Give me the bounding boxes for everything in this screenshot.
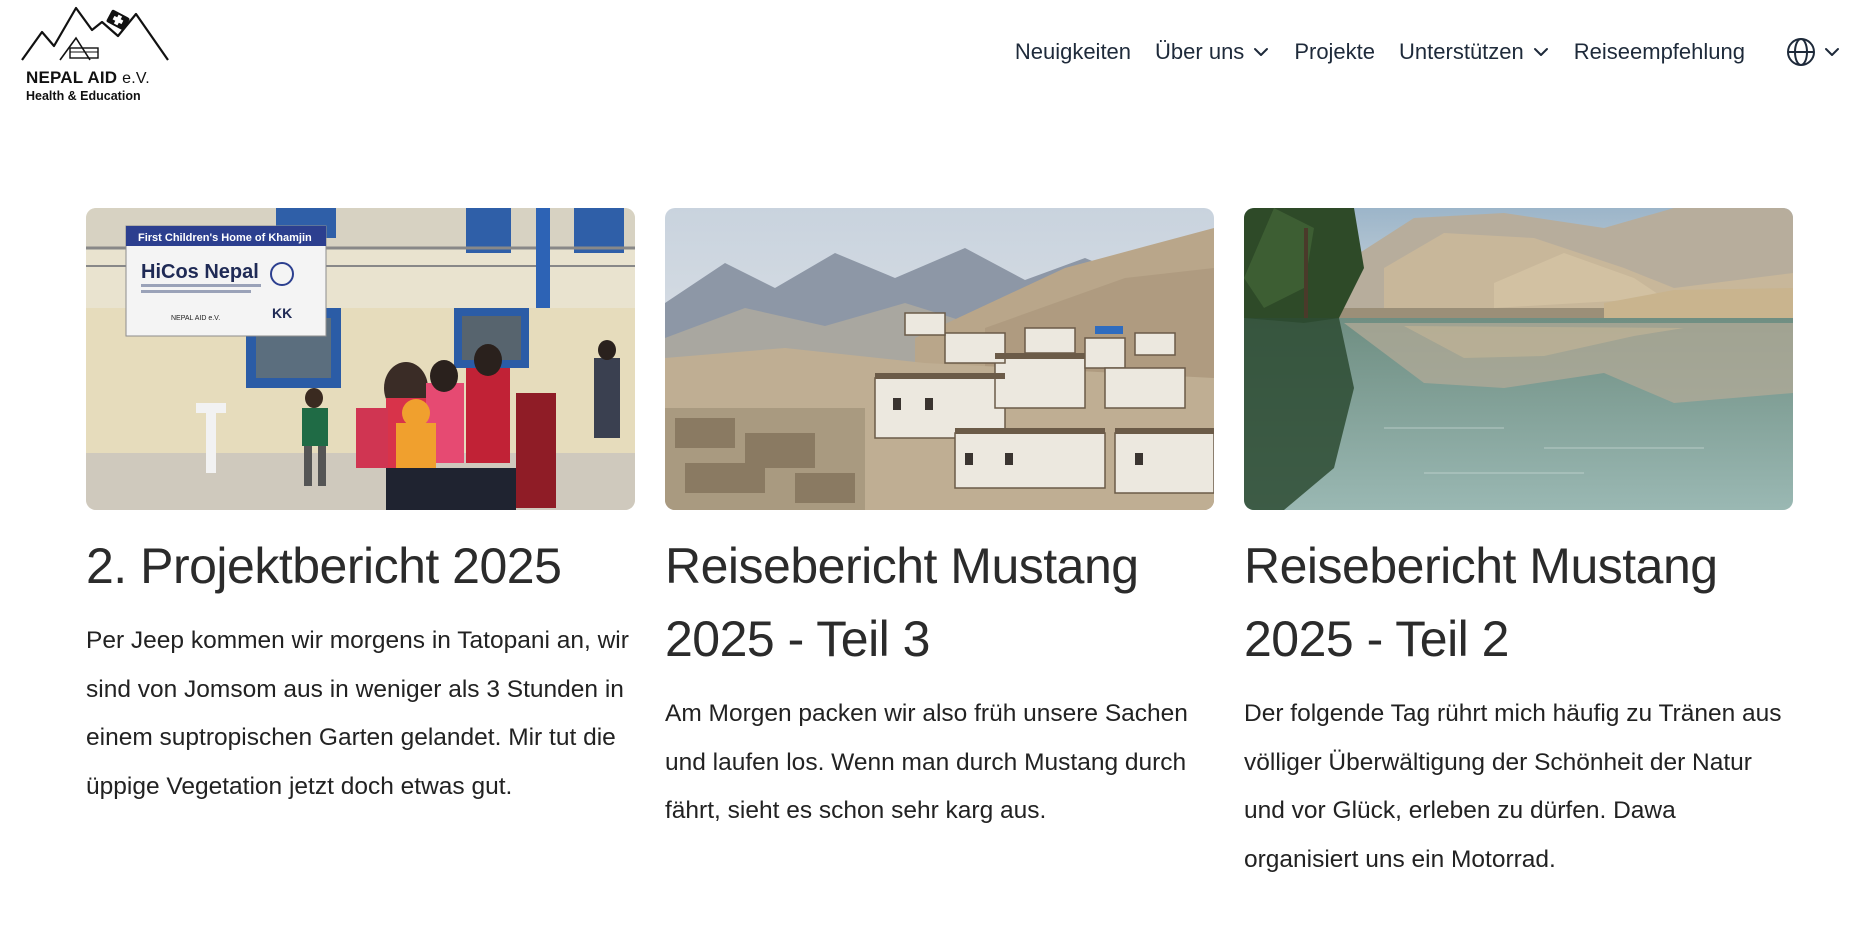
language-switcher[interactable] bbox=[1785, 36, 1841, 68]
post-excerpt: Per Jeep kommen wir morgens in Tatopani … bbox=[86, 627, 629, 800]
post-image-children-home[interactable]: First Children's Home of Khamjin HiCos N… bbox=[86, 208, 635, 510]
banner-text: NEPAL AID e.V. bbox=[171, 315, 220, 322]
post-excerpt: Der folgende Tag rührt mich häufig zu Tr… bbox=[1244, 700, 1782, 873]
nav-item-reiseempfehlung[interactable]: Reiseempfehlung bbox=[1574, 39, 1745, 65]
banner-text: HiCos Nepal bbox=[141, 261, 259, 283]
banner-text: KK bbox=[272, 305, 292, 321]
post-title[interactable]: Reisebericht Mustang 2025 - Teil 2 bbox=[1244, 530, 1793, 676]
brand-suffix: e.V. bbox=[122, 70, 150, 87]
nav-item-projekte[interactable]: Projekte bbox=[1294, 39, 1375, 65]
post-image-mustang-village[interactable] bbox=[665, 208, 1214, 510]
nav-label: Reiseempfehlung bbox=[1573, 39, 1745, 64]
main-nav: Neuigkeiten Über uns Projekte Unterstütz… bbox=[991, 34, 1841, 70]
chevron-down-icon bbox=[1825, 48, 1839, 56]
banner-text: First Children's Home of Khamjin bbox=[138, 232, 312, 244]
nav-item-neuigkeiten[interactable]: Neuigkeiten bbox=[1015, 39, 1131, 65]
post-card: Reisebericht Mustang 2025 - Teil 3 Am Mo… bbox=[665, 208, 1214, 884]
brand-name: NEPAL AID e.V. bbox=[26, 68, 150, 87]
brand-tagline: Health & Education bbox=[26, 89, 141, 103]
post-card: Reisebericht Mustang 2025 - Teil 2 Der f… bbox=[1244, 208, 1793, 884]
nav-label: Projekte bbox=[1294, 39, 1376, 64]
post-list: First Children's Home of Khamjin HiCos N… bbox=[86, 208, 1793, 884]
site-header: NEPAL AID e.V. Health & Education Neuigk… bbox=[0, 0, 1863, 110]
mountains-logo-icon bbox=[21, 6, 169, 61]
post-excerpt: Am Morgen packen wir also früh unsere Sa… bbox=[665, 700, 1188, 824]
chevron-down-icon bbox=[1533, 48, 1548, 56]
nav-label: Unterstützen bbox=[1399, 39, 1524, 64]
globe-icon bbox=[1787, 38, 1815, 66]
post-card: First Children's Home of Khamjin HiCos N… bbox=[86, 208, 635, 884]
post-title[interactable]: Reisebericht Mustang 2025 - Teil 3 bbox=[665, 530, 1214, 676]
chevron-down-icon bbox=[1254, 48, 1269, 56]
nav-item-ueber-uns[interactable]: Über uns bbox=[1155, 39, 1270, 65]
post-image-mountain-lake[interactable] bbox=[1244, 208, 1793, 510]
site-logo[interactable]: NEPAL AID e.V. Health & Education bbox=[20, 2, 170, 106]
post-title[interactable]: 2. Projektbericht 2025 bbox=[86, 530, 635, 603]
nav-label: Über uns bbox=[1155, 39, 1245, 64]
nav-label: Neuigkeiten bbox=[1014, 39, 1132, 64]
nav-item-unterstuetzen[interactable]: Unterstützen bbox=[1399, 39, 1550, 65]
